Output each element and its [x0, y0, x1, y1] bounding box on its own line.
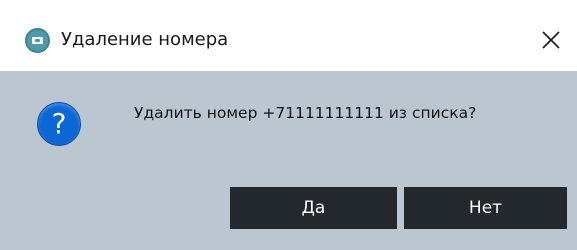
dialog-title: Удаление номера	[61, 29, 229, 50]
no-button[interactable]: Нет	[404, 187, 567, 229]
question-icon: ?	[37, 102, 81, 146]
close-icon	[542, 31, 560, 49]
yes-button[interactable]: Да	[230, 187, 397, 229]
confirmation-message: Удалить номер +71111111111 из списка?	[134, 104, 477, 122]
delete-number-dialog: Удаление номера ? Удалить номер +7111111…	[0, 0, 577, 250]
dialog-titlebar: Удаление номера	[0, 0, 577, 71]
close-button[interactable]	[530, 20, 570, 60]
app-icon	[25, 28, 50, 53]
